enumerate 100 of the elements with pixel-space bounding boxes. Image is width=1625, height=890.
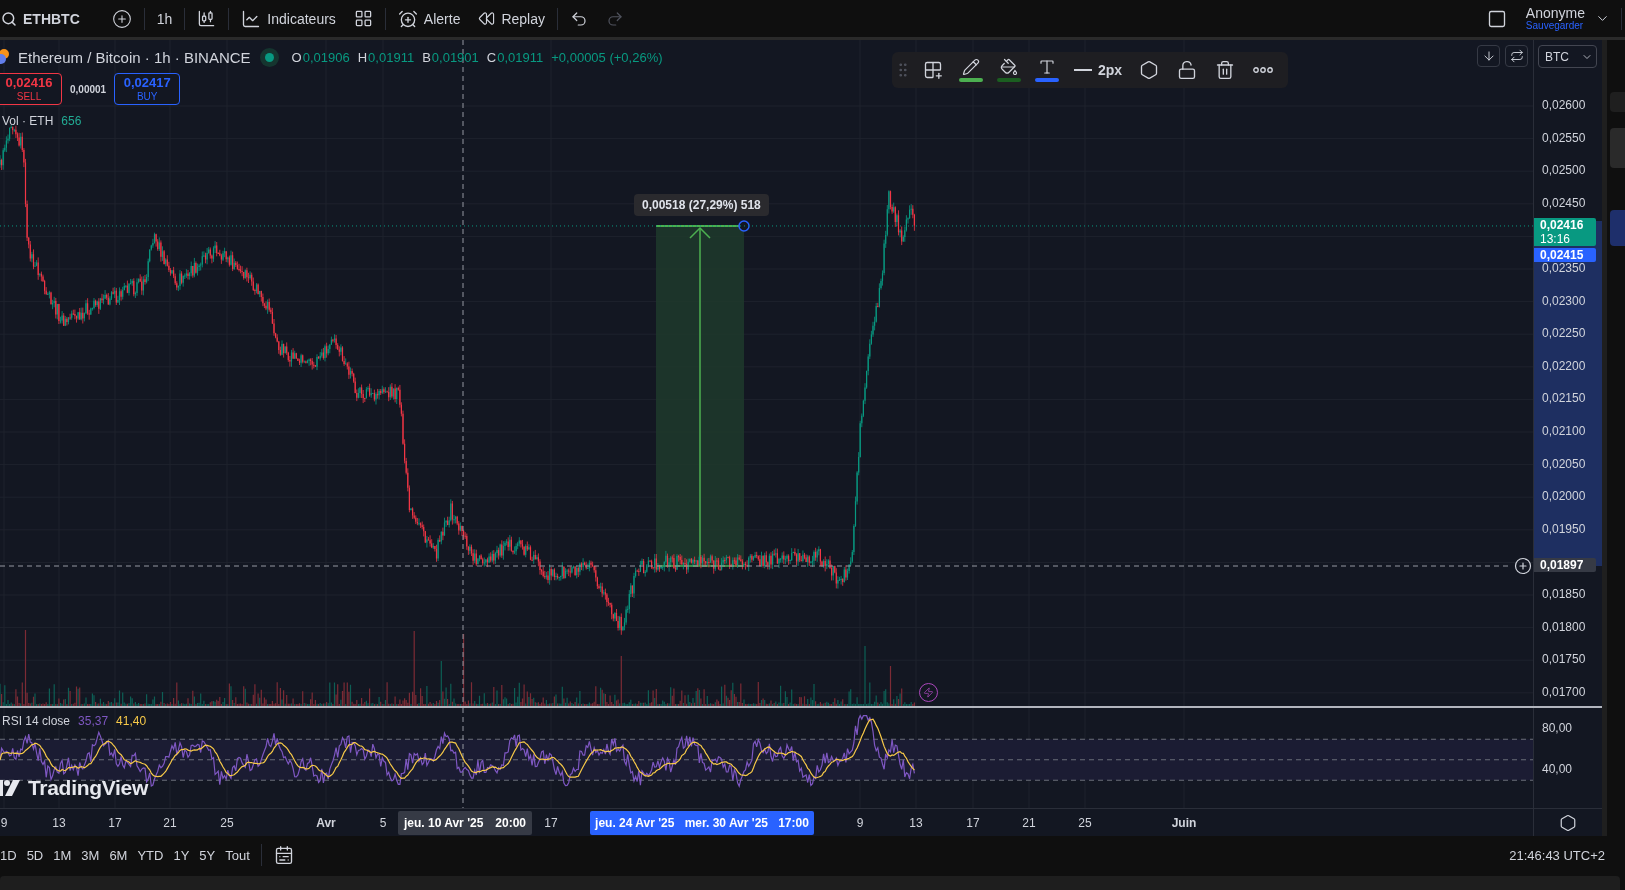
paint-bucket-icon <box>1000 58 1018 76</box>
time-label: 17 <box>108 816 122 830</box>
period-button[interactable]: 1Y <box>168 842 195 868</box>
period-button[interactable]: 6M <box>104 842 133 868</box>
ohlc-key: C <box>486 49 497 65</box>
grid-plus-icon <box>923 60 943 80</box>
ohlc-key: B <box>422 49 431 65</box>
currency-dropdown[interactable]: BTC <box>1538 45 1597 68</box>
price-label: 0,01850 <box>1542 588 1586 600</box>
pencil-icon <box>962 58 980 76</box>
rsi-average: 41,40 <box>116 714 147 728</box>
period-button[interactable]: 1M <box>48 842 77 868</box>
ohlc-value: 0,01901 <box>431 49 479 65</box>
rewind-icon <box>478 10 496 27</box>
rsi-value: 35,37 <box>78 714 109 728</box>
search-icon <box>1 10 17 27</box>
date-label: 17:00 <box>778 816 809 830</box>
measure-tool-drawing[interactable] <box>655 220 750 567</box>
period-button[interactable]: 5D <box>21 842 49 868</box>
volume-value: 656 <box>61 114 82 128</box>
alert-button[interactable]: Alerte <box>388 3 470 34</box>
more-icon <box>1253 67 1274 73</box>
countdown: 13:16 <box>1540 231 1572 246</box>
time-label: 21 <box>163 816 177 830</box>
crosshair-price: 0,01897 <box>1534 558 1596 572</box>
time-label: 25 <box>220 816 234 830</box>
spread-value: 0,00001 <box>70 83 107 95</box>
replay-button[interactable]: Replay <box>469 3 554 34</box>
unlocked-padlock-icon <box>1177 60 1198 80</box>
month-label: Avr <box>316 816 336 830</box>
save-link[interactable]: Sauvegarder <box>1525 20 1585 32</box>
volume-label: Vol · ETH <box>2 114 54 128</box>
period-button[interactable]: YTD <box>132 842 169 868</box>
price-label: 0,02200 <box>1542 359 1586 372</box>
time-label: 9 <box>0 816 8 830</box>
price-label: 0,02050 <box>1542 457 1586 470</box>
symbol-search-button[interactable]: ETHBTC <box>0 3 89 34</box>
trash-icon <box>1215 60 1236 80</box>
time-label: 13 <box>52 816 66 830</box>
period-button[interactable]: 5Y <box>194 842 221 868</box>
indicators-button[interactable]: Indicateurs <box>232 3 345 34</box>
line-width-button[interactable]: 2px <box>1068 54 1129 86</box>
price-label: 0,02550 <box>1542 131 1586 144</box>
ohlc-value: 0,01906 <box>302 49 350 65</box>
chart-title: Ethereum / Bitcoin · 1h · BINANCE <box>18 48 251 66</box>
redo-icon <box>606 9 624 28</box>
text-icon <box>1038 58 1056 76</box>
reset-button[interactable] <box>1505 45 1528 67</box>
coin-icon <box>0 48 10 66</box>
time-label: 17 <box>966 816 980 830</box>
measure-label: 0,00518 (27,29%) 518 <box>634 194 769 216</box>
settings-icon <box>1139 60 1160 80</box>
add-icon[interactable] <box>1514 557 1532 575</box>
price-label: 0,02000 <box>1542 490 1586 503</box>
chart-icon <box>241 8 262 29</box>
date-label: jeu. 10 Avr '25 <box>404 816 484 830</box>
price-label: 0,02600 <box>1542 99 1586 111</box>
ohlc-key: O <box>291 49 302 65</box>
arrow-down-icon <box>1481 49 1496 63</box>
ohlc-value: 0,01911 <box>497 49 544 65</box>
date-label: mer. 30 Avr '25 <box>684 816 768 830</box>
date-label: 20:00 <box>495 816 526 830</box>
price-label: 0,02500 <box>1542 164 1586 177</box>
price-change: +0,00005 (+0,26%) <box>551 49 663 65</box>
period-button[interactable]: 3M <box>76 842 105 868</box>
lightning-icon <box>923 687 934 698</box>
user-name: Anonyme <box>1525 5 1585 21</box>
line-icon <box>1074 69 1092 71</box>
price-label: 0,02100 <box>1542 425 1586 437</box>
calendar-icon <box>273 845 294 865</box>
price-label: 0,02250 <box>1542 327 1586 340</box>
ohlc-value: 0,01911 <box>368 49 415 65</box>
date-label: jeu. 24 Avr '25 <box>595 816 675 830</box>
period-button[interactable]: Tout <box>220 842 255 868</box>
rsi-title: RSI 14 close <box>2 714 71 728</box>
time-label: 5 <box>379 816 387 830</box>
buy-button[interactable]: 0,02417 BUY <box>114 73 181 105</box>
time-label: 9 <box>856 816 864 830</box>
time-label: 17 <box>544 816 558 830</box>
logo-icon <box>0 780 22 796</box>
ohlc-key: H <box>357 49 368 65</box>
price-label: 0,02150 <box>1542 392 1586 405</box>
price-label: 0,01800 <box>1542 620 1586 633</box>
brand-name: TradingView <box>28 776 148 800</box>
price-label: 0,01700 <box>1542 685 1586 698</box>
price-label: 0,02300 <box>1542 294 1586 307</box>
time-label: 25 <box>1078 816 1092 830</box>
grid-icon <box>353 9 373 28</box>
price-label: 0,02350 <box>1542 262 1586 274</box>
interval-button[interactable]: 1h <box>147 3 182 34</box>
scroll-button[interactable] <box>1477 45 1500 67</box>
square-icon <box>1486 8 1507 29</box>
settings-icon[interactable] <box>1559 813 1577 832</box>
price-label: 0,02450 <box>1542 196 1586 209</box>
sell-button[interactable]: 0,02416 SELL <box>0 73 62 105</box>
rsi-label: 40,00 <box>1542 763 1573 775</box>
time-label: 13 <box>909 816 923 830</box>
price-label: 0,01750 <box>1542 653 1586 666</box>
alarm-clock-icon <box>397 8 418 29</box>
period-button[interactable]: 1D <box>0 842 22 868</box>
